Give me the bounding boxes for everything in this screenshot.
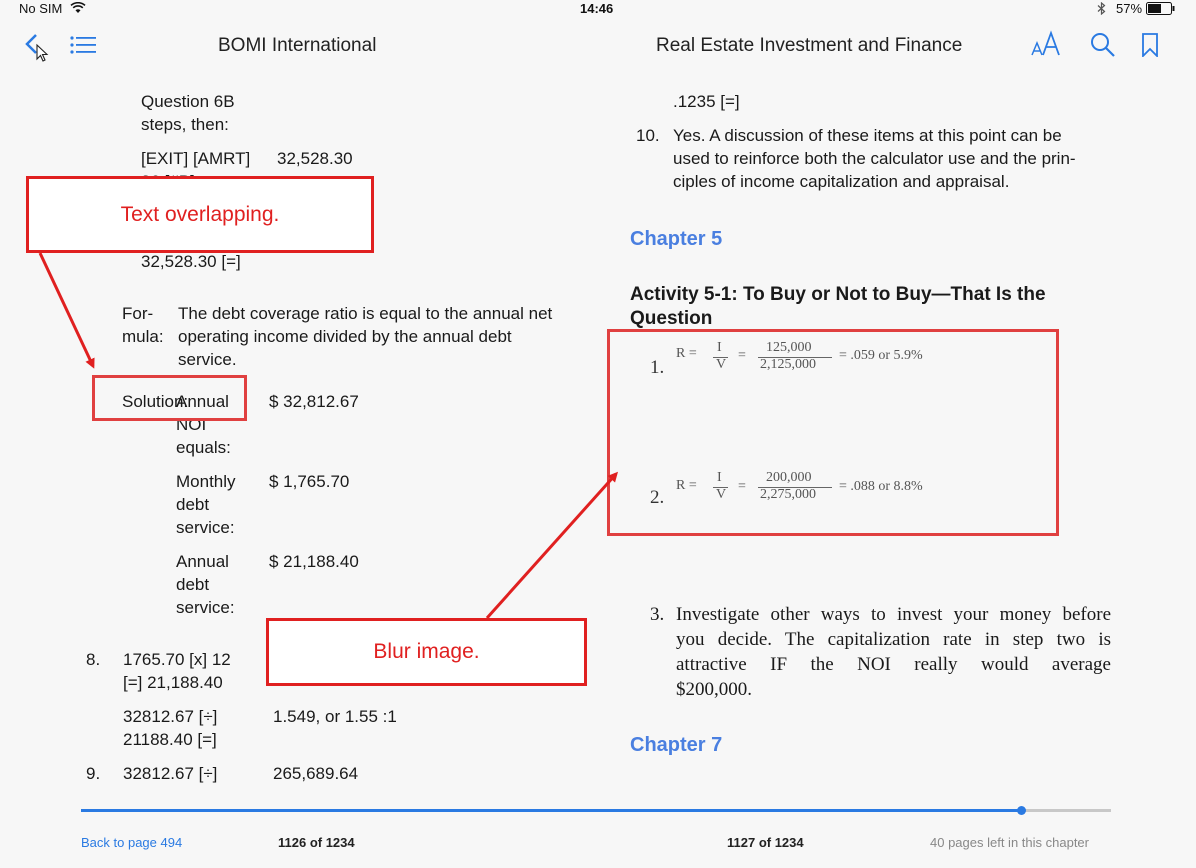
overlap-arrow: [38, 252, 95, 369]
annotation-arrows: [38, 252, 619, 620]
blur-arrow: [485, 471, 619, 620]
pages-left-label: 40 pages left in this chapter: [930, 835, 1089, 850]
back-to-page-link[interactable]: Back to page 494: [81, 835, 182, 850]
left-page-number: 1126 of 1234: [278, 835, 355, 850]
page-progress-track[interactable]: [81, 806, 1111, 815]
page-progress-fill: [81, 809, 1022, 812]
right-page-number: 1127 of 1234: [727, 835, 804, 850]
